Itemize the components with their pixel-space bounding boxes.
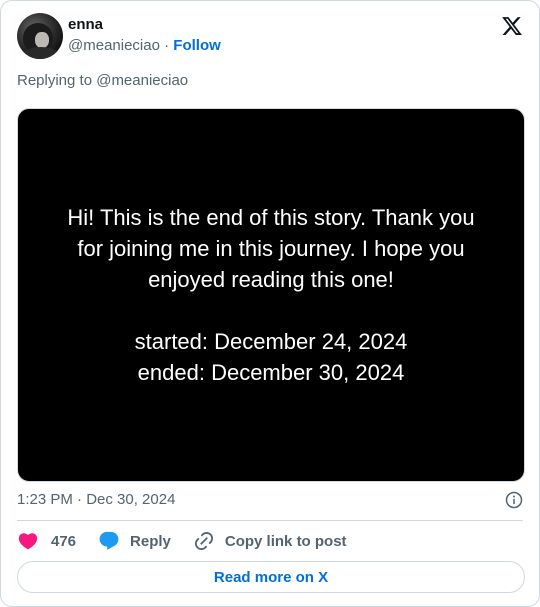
post-header: enna @meanieciao · Follow — [17, 13, 523, 61]
replying-to-text: Replying to @meanieciao — [17, 72, 189, 89]
post-image[interactable]: Hi! This is the end of this story. Thank… — [17, 108, 525, 482]
author-handle[interactable]: @meanieciao — [68, 37, 160, 54]
link-icon — [194, 531, 213, 551]
info-icon[interactable] — [505, 491, 523, 509]
image-text-line: for joining me in this journey. I hope y… — [77, 236, 465, 261]
embedded-post-card: enna @meanieciao · Follow Replying to @m… — [0, 0, 540, 607]
image-text-line: ended: December 30, 2024 — [137, 360, 405, 385]
image-text-line: enjoyed reading this one! — [148, 267, 394, 292]
reply-button[interactable]: Reply — [98, 530, 171, 552]
copy-link-button[interactable]: Copy link to post — [193, 530, 347, 552]
handle-separator: · — [164, 37, 170, 54]
image-text-line: Hi! This is the end of this story. Thank… — [67, 205, 475, 230]
like-count: 476 — [51, 532, 77, 550]
image-text: Hi! This is the end of this story. Thank… — [36, 202, 506, 388]
reply-bubble-icon — [99, 531, 119, 550]
avatar[interactable] — [17, 13, 63, 59]
divider — [17, 520, 523, 521]
copy-link-label: Copy link to post — [224, 532, 347, 550]
author-name[interactable]: enna — [68, 16, 103, 33]
author-handle-line: @meanieciao · Follow — [68, 37, 221, 54]
heart-icon — [18, 533, 38, 550]
read-more-button[interactable]: Read more on X — [17, 561, 525, 593]
post-timestamp[interactable]: 1:23 PM · Dec 30, 2024 — [17, 491, 175, 508]
reply-label: Reply — [130, 532, 171, 550]
like-button[interactable]: 476 — [17, 530, 76, 552]
x-logo-icon[interactable] — [501, 15, 523, 37]
follow-button[interactable]: Follow — [173, 37, 221, 54]
action-bar: 476 Reply Copy link to post — [17, 529, 369, 553]
image-text-line: started: December 24, 2024 — [134, 329, 408, 354]
